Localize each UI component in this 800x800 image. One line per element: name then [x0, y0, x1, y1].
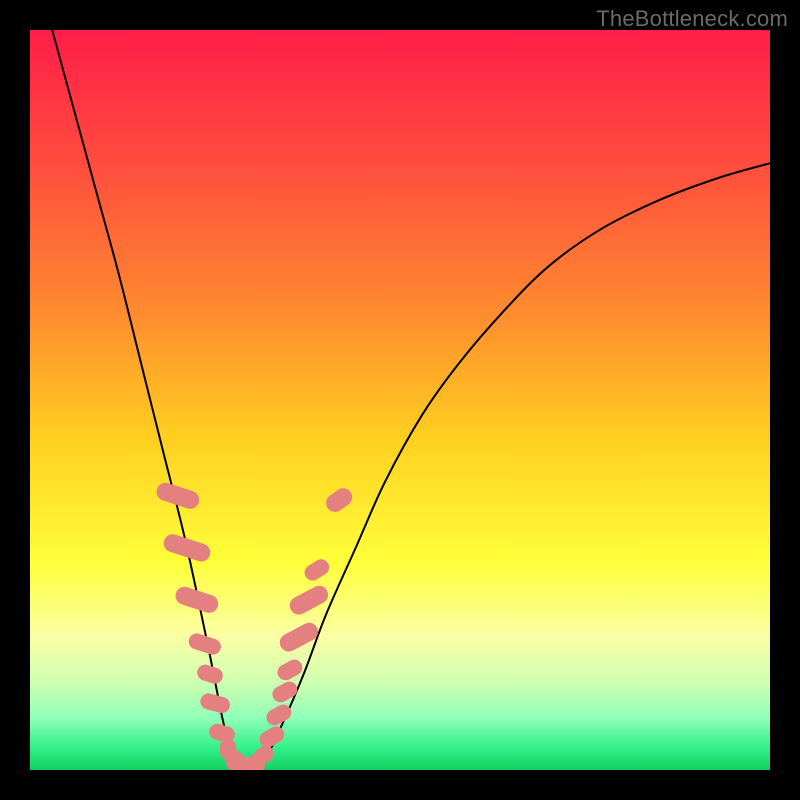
curve-marker: [269, 679, 299, 706]
curve-marker: [287, 582, 331, 617]
curve-marker: [161, 532, 212, 564]
curve-marker: [186, 631, 223, 657]
curve-marker: [277, 619, 321, 654]
plot-area: [30, 30, 770, 770]
curve-marker: [263, 701, 293, 728]
curve-marker: [195, 662, 225, 685]
attribution-text: TheBottleneck.com: [596, 6, 788, 32]
curve-marker: [173, 584, 221, 615]
chart-frame: TheBottleneck.com: [0, 0, 800, 800]
markers-layer: [30, 30, 770, 770]
curve-marker: [322, 485, 355, 516]
curve-marker: [199, 692, 232, 715]
curve-marker: [154, 481, 202, 512]
curve-marker: [302, 556, 333, 584]
curve-marker: [275, 657, 305, 684]
